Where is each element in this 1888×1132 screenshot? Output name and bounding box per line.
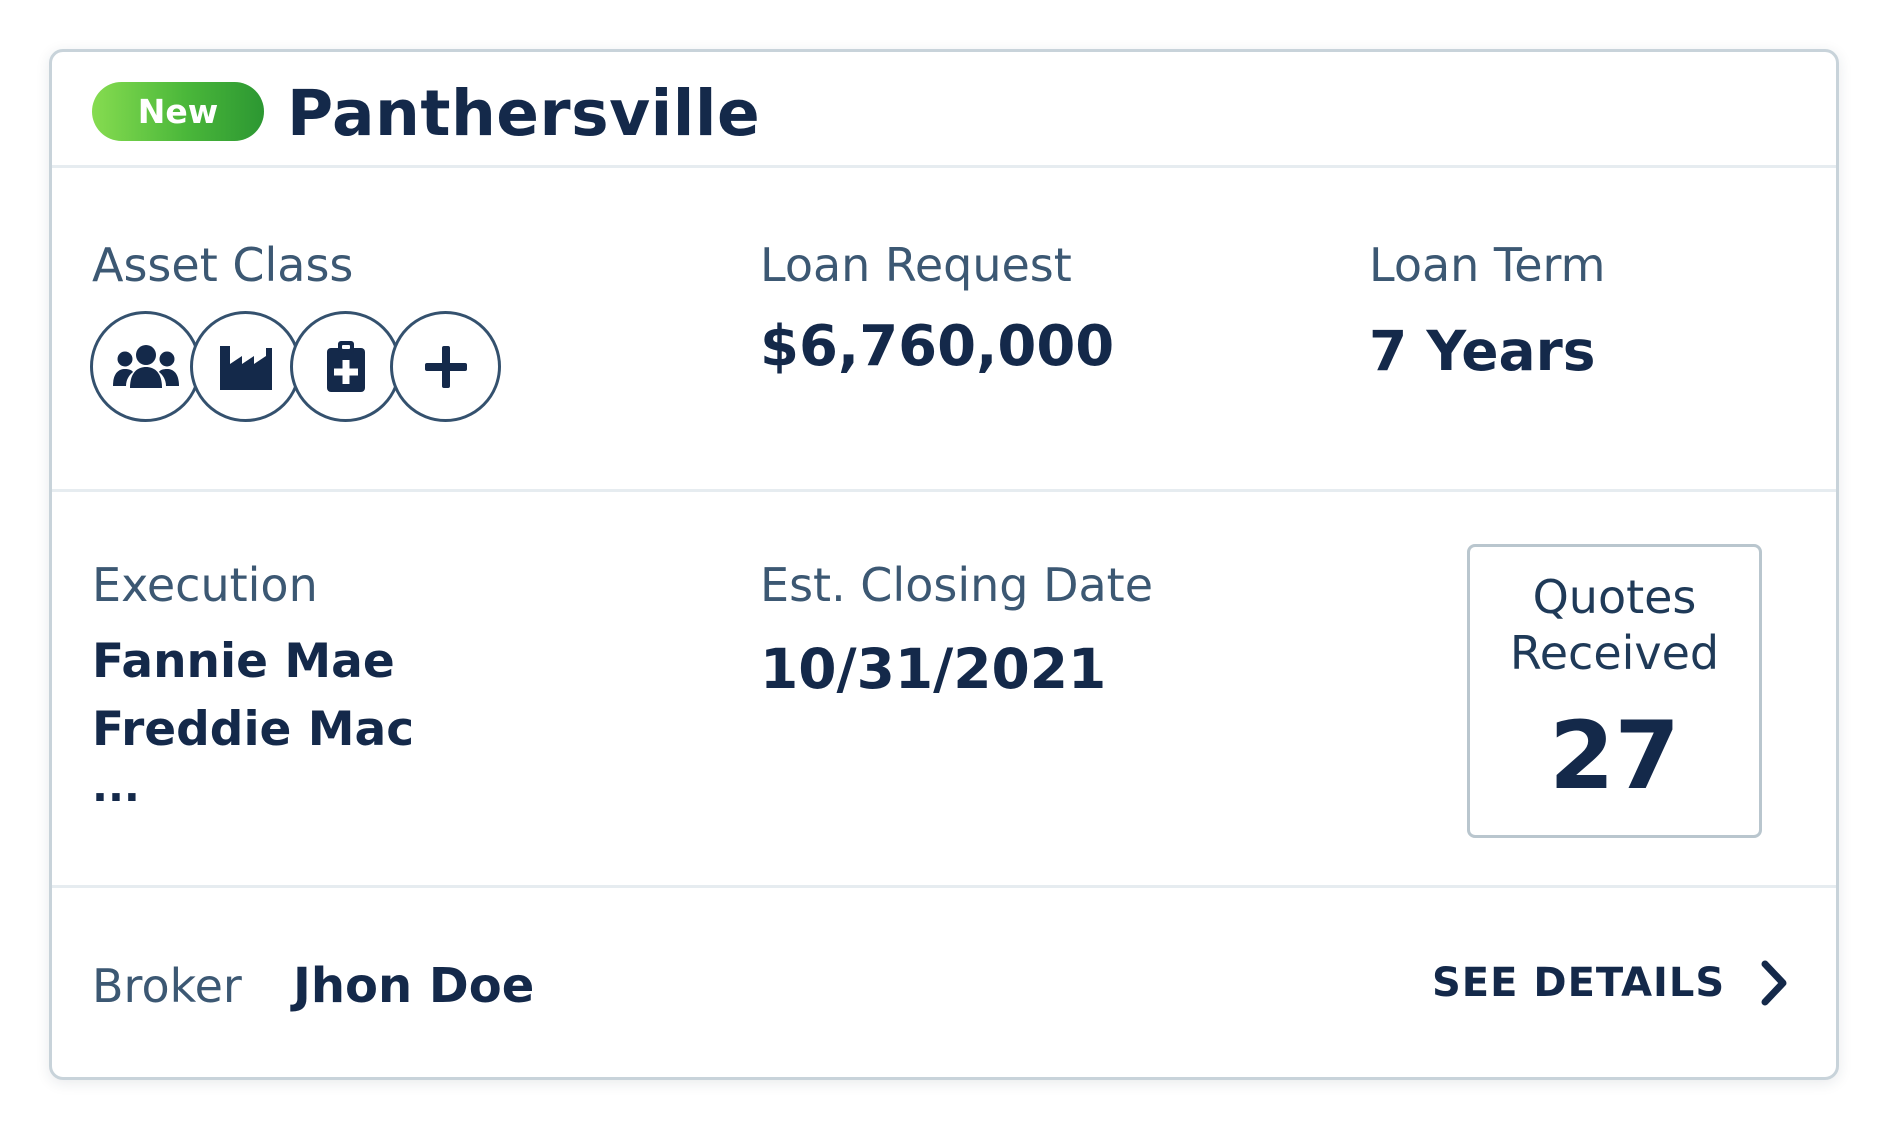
medical-clipboard-icon (326, 340, 365, 392)
loan-term-label: Loan Term (1369, 238, 1606, 292)
healthcare-asset-icon[interactable] (290, 311, 401, 422)
plus-icon (424, 345, 467, 388)
property-title[interactable]: Panthersville (287, 76, 760, 152)
loan-request-value: $6,760,000 (760, 314, 1115, 379)
industrial-asset-icon[interactable] (190, 311, 301, 422)
section-divider (52, 489, 1836, 492)
new-badge: New (92, 82, 264, 141)
loan-request-label: Loan Request (760, 238, 1072, 292)
closing-date-label: Est. Closing Date (760, 558, 1154, 612)
loan-term-value: 7 Years (1369, 319, 1596, 383)
group-icon (112, 344, 179, 388)
execution-item: Freddie Mac (92, 702, 415, 757)
execution-label: Execution (92, 558, 318, 612)
execution-item: Fannie Mae (92, 634, 395, 689)
see-details-link[interactable]: SEE DETAILS (1432, 960, 1789, 1006)
quotes-received-box: Quotes Received 27 (1467, 544, 1762, 838)
see-details-label: SEE DETAILS (1432, 960, 1726, 1006)
footer-divider (52, 885, 1836, 888)
broker-name: Jhon Doe (293, 958, 535, 1014)
quotes-received-label: Quotes Received (1470, 569, 1759, 681)
quotes-label-line: Quotes (1532, 570, 1697, 624)
chevron-right-icon (1761, 960, 1787, 1006)
more-assets-button[interactable] (390, 311, 501, 422)
quotes-label-line: Received (1509, 626, 1720, 680)
asset-class-label: Asset Class (92, 238, 354, 292)
execution-more[interactable]: ... (92, 762, 140, 812)
multifamily-asset-icon[interactable] (90, 311, 201, 422)
loan-card: New Panthersville Asset Class Loan Reque… (49, 49, 1839, 1080)
quotes-count: 27 (1549, 702, 1680, 811)
factory-icon (219, 345, 272, 390)
broker-label: Broker (92, 959, 242, 1013)
header-divider (52, 165, 1836, 168)
closing-date-value: 10/31/2021 (760, 637, 1107, 701)
